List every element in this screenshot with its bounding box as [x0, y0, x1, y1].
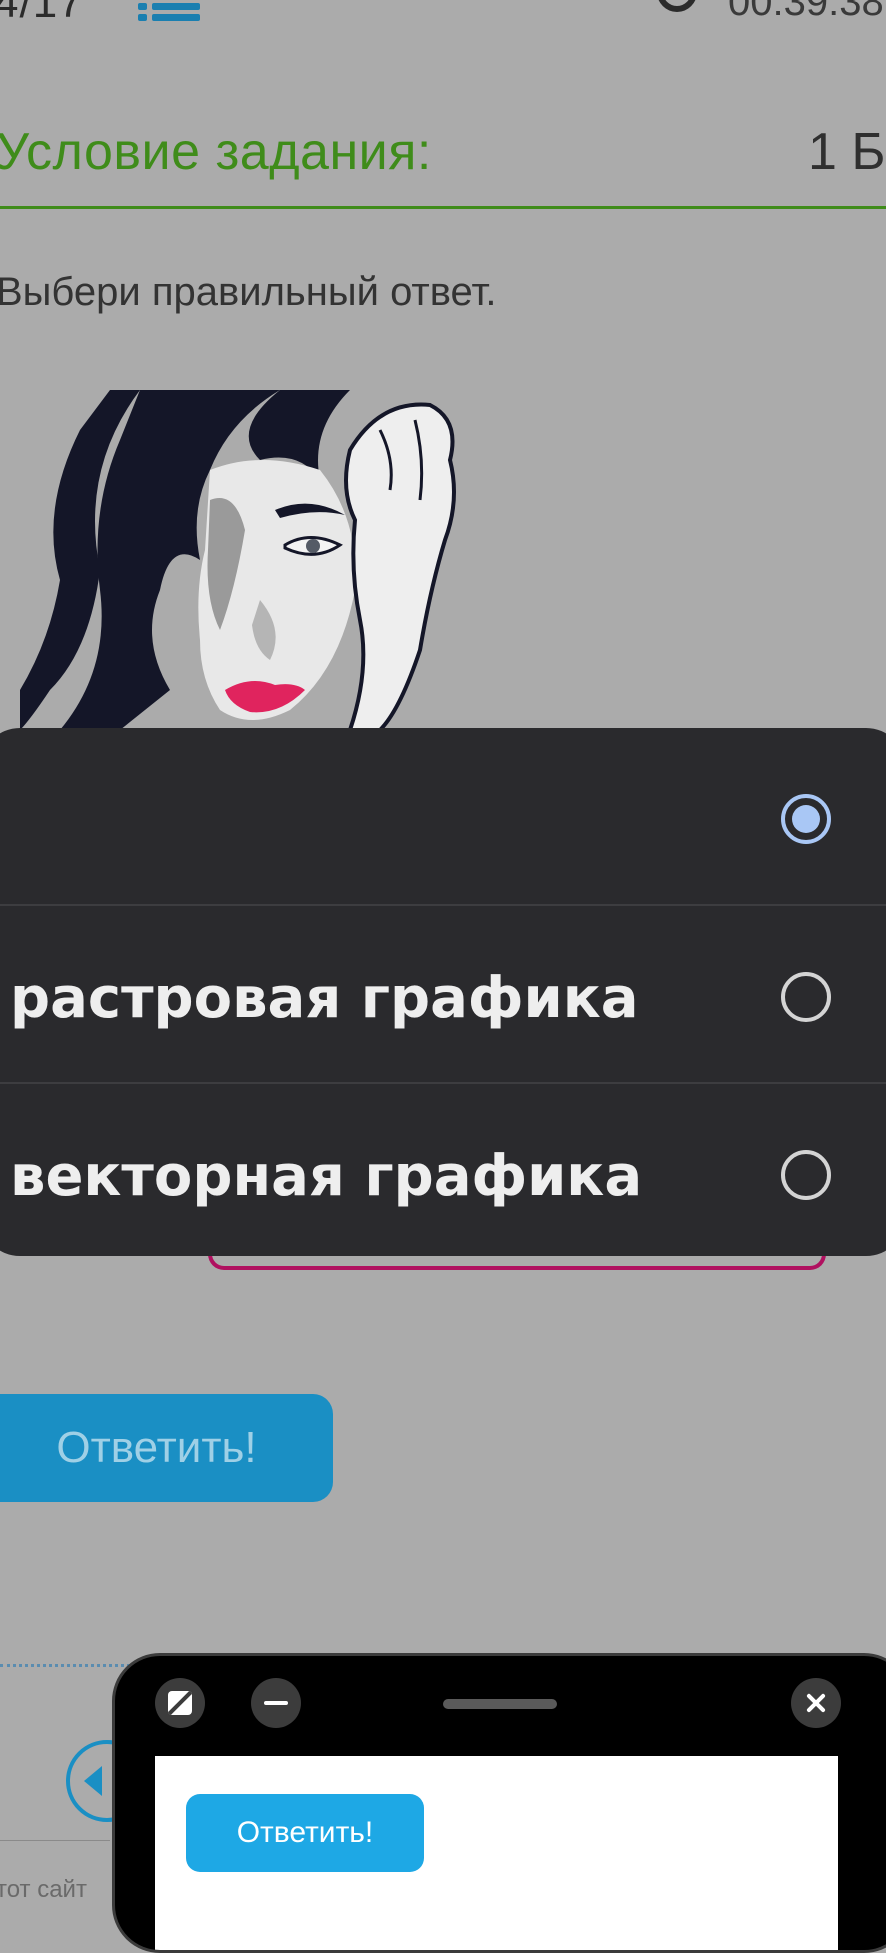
- title-divider: [0, 206, 886, 209]
- option-vector[interactable]: векторная графика: [0, 1084, 886, 1256]
- option-empty[interactable]: [0, 728, 886, 904]
- floating-submit-button[interactable]: Ответить!: [186, 1794, 424, 1872]
- submit-button[interactable]: Ответить!: [0, 1394, 333, 1502]
- minimize-button[interactable]: [251, 1678, 301, 1728]
- radio-icon[interactable]: [781, 1150, 831, 1200]
- resize-icon: [168, 1691, 192, 1715]
- floating-window: Ответить!: [112, 1653, 886, 1953]
- close-icon: [791, 1678, 841, 1728]
- list-icon[interactable]: [138, 0, 200, 22]
- option-raster[interactable]: растровая графика: [0, 906, 886, 1082]
- radio-selected-icon[interactable]: [781, 794, 831, 844]
- points-badge: 1 Б.: [808, 123, 886, 181]
- floating-window-content: Ответить!: [155, 1756, 838, 1950]
- minimize-icon: [264, 1701, 288, 1705]
- footer-line: [0, 1840, 110, 1841]
- option-label: векторная графика: [10, 1144, 643, 1209]
- task-illustration: [20, 390, 540, 730]
- drag-handle[interactable]: [443, 1699, 557, 1709]
- answer-options-sheet: растровая графика векторная графика: [0, 728, 886, 1256]
- quiz-page: 4/17 00:39:38 Условие задания: 1 Б. Выбе…: [0, 0, 886, 1953]
- close-button[interactable]: [791, 1678, 841, 1728]
- resize-button[interactable]: [155, 1678, 205, 1728]
- radio-icon[interactable]: [781, 972, 831, 1022]
- timer-value: 00:39:38: [728, 0, 884, 24]
- option-label: растровая графика: [10, 966, 639, 1031]
- question-text: Выбери правильный ответ.: [0, 270, 497, 314]
- timer-icon: [657, 0, 697, 12]
- question-counter: 4/17: [0, 0, 84, 27]
- task-title: Условие задания:: [0, 123, 432, 181]
- footer-site-text: тот сайт: [0, 1876, 87, 1903]
